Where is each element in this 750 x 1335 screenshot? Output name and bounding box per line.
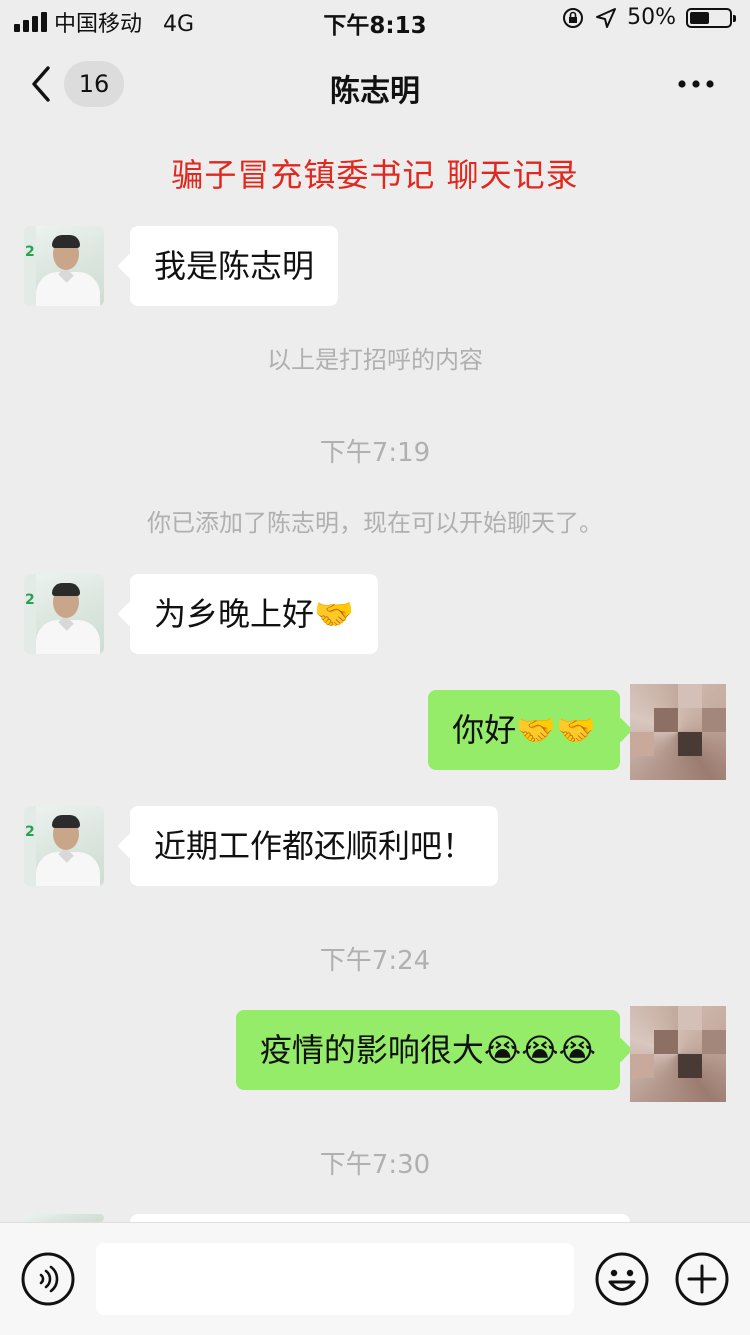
emoji-icon[interactable] (594, 1251, 650, 1307)
message-text: 疫情的影响很大😭😭😭 (259, 1031, 596, 1069)
message-input[interactable] (96, 1243, 574, 1315)
timestamp: 下午7:30 (319, 1150, 431, 1180)
outgoing-message[interactable]: 你好🤝🤝 (428, 690, 620, 770)
battery-percent: 50% (627, 5, 676, 30)
user-avatar[interactable] (630, 1006, 726, 1102)
add-icon[interactable] (674, 1251, 730, 1307)
system-message: 你已添加了陈志明，现在可以开始聊天了。 (147, 509, 603, 537)
overlay-caption: 骗子冒充镇委书记 聊天记录 (171, 156, 579, 194)
contact-avatar[interactable] (24, 1214, 104, 1222)
status-bar: 中国移动 4G 下午8:13 50% (0, 0, 750, 42)
location-arrow-icon (596, 7, 617, 28)
outgoing-message[interactable]: 疫情的影响很大😭😭😭 (235, 1010, 620, 1090)
incoming-message[interactable]: 我是陈志明 (130, 226, 339, 306)
user-avatar[interactable] (630, 684, 726, 780)
input-bar (0, 1222, 750, 1335)
rotation-lock-icon (563, 7, 584, 28)
battery-icon (686, 7, 736, 28)
incoming-message[interactable]: 近期工作都还顺利吧！ (130, 806, 499, 886)
more-dots-icon[interactable] (676, 72, 716, 96)
timestamp: 下午7:24 (319, 946, 431, 976)
system-message: 以上是打招呼的内容 (267, 346, 483, 374)
message-text: 为乡晚上好🤝 (154, 595, 354, 633)
message-text: 近期工作都还顺利吧！ (154, 827, 475, 865)
contact-avatar[interactable]: 2 (24, 226, 104, 306)
status-icons: 50% (561, 5, 736, 30)
voice-icon[interactable] (20, 1251, 76, 1307)
contact-avatar[interactable]: 2 (24, 574, 104, 654)
nav-bar: 16 陈志明 (0, 50, 750, 120)
incoming-message[interactable]: 为乡晚上好🤝 (130, 574, 378, 654)
timestamp: 下午7:19 (319, 438, 431, 468)
chat-title: 陈志明 (330, 74, 420, 109)
battery-fill (690, 11, 709, 24)
message-text: 我是陈志明 (154, 247, 315, 285)
incoming-message[interactable] (130, 1214, 630, 1222)
contact-avatar[interactable]: 2 (24, 806, 104, 886)
message-text: 你好🤝🤝 (452, 711, 596, 749)
